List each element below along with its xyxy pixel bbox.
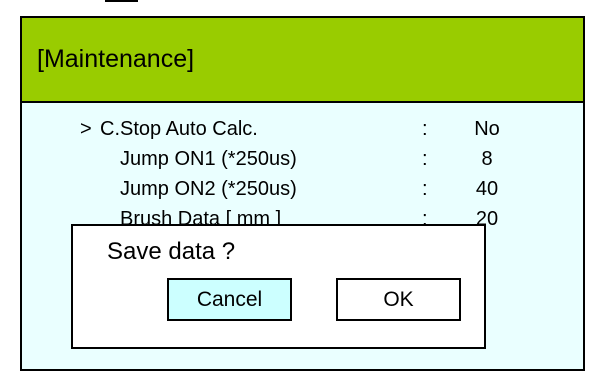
param-label: Jump ON1 (*250us) [120, 148, 297, 170]
ok-button[interactable]: OK [336, 278, 461, 321]
param-label: C.Stop Auto Calc. [100, 118, 258, 140]
page-title: [Maintenance] [37, 45, 195, 73]
param-colon: : [422, 178, 428, 200]
title-bar: [Maintenance] [22, 18, 583, 103]
save-confirm-dialog: Save data ? Cancel OK [71, 224, 486, 349]
param-list: > C.Stop Auto Calc. : No Jump ON1 (*250u… [22, 118, 583, 238]
selection-cursor: > [80, 118, 92, 140]
param-value: 8 [481, 148, 493, 170]
maintenance-screen: [Maintenance] > C.Stop Auto Calc. : No J… [20, 16, 585, 371]
param-label: Jump ON2 (*250us) [120, 178, 297, 200]
param-value: No [474, 118, 500, 140]
cancel-button[interactable]: Cancel [167, 278, 292, 321]
param-value: 40 [475, 178, 499, 200]
dialog-message: Save data ? [107, 238, 236, 265]
param-colon: : [422, 148, 428, 170]
top-edge-mark [105, 0, 138, 2]
param-colon: : [422, 118, 428, 140]
